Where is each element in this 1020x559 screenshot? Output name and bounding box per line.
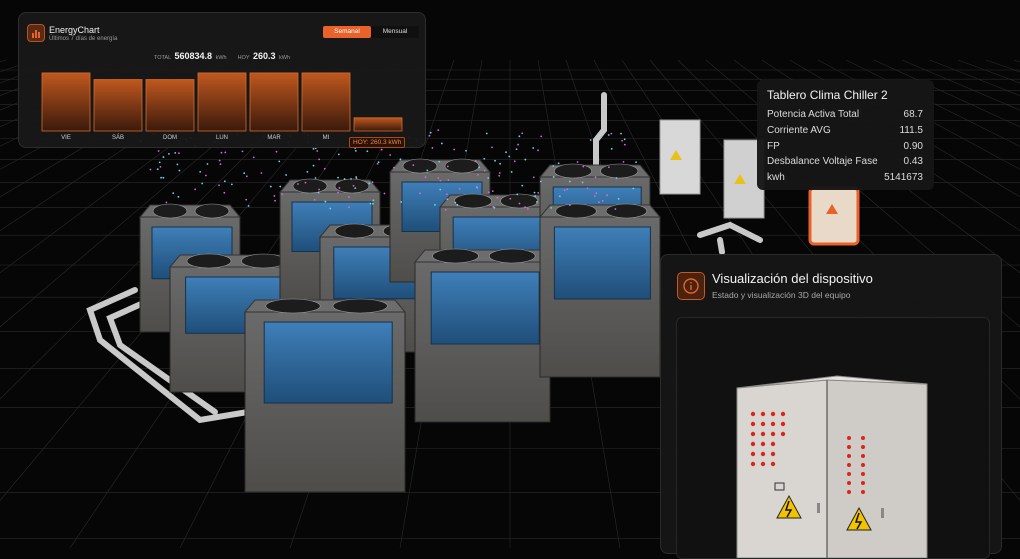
- metric-value: 0.43: [904, 156, 923, 167]
- bar-category-label: MI: [323, 135, 330, 141]
- metric-value: 0.90: [904, 141, 923, 152]
- metric-row: kwh 5141673: [767, 172, 923, 186]
- bar-category-label: VIE: [61, 135, 71, 141]
- energy-chart-subtitle: Últimos 7 días de energía: [49, 36, 117, 42]
- cabinet-model: [677, 318, 989, 558]
- today-value: 260.3: [253, 51, 276, 61]
- metric-label: Potencia Activa Total: [767, 109, 859, 120]
- energy-bar[interactable]: [42, 73, 90, 131]
- device-info-title: Tablero Clima Chiller 2: [767, 88, 888, 102]
- energy-bar[interactable]: [198, 73, 246, 131]
- bar-chart-icon: [27, 24, 45, 42]
- metric-value: 5141673: [884, 172, 923, 183]
- device-panel-subtitle: Estado y visualización 3D del equipo: [712, 290, 850, 300]
- metric-value: 111.5: [899, 125, 923, 136]
- toggle-mensual-button[interactable]: Mensual: [371, 26, 419, 38]
- energy-bar[interactable]: [354, 118, 402, 131]
- energy-bar[interactable]: [94, 80, 142, 131]
- bar-category-label: MAR: [267, 135, 281, 141]
- device-visualization-panel: Visualización del dispositivo Estado y v…: [660, 254, 1002, 554]
- energy-chart-title: EnergyChart: [49, 25, 100, 35]
- toggle-semanal-button[interactable]: Semanal: [323, 26, 371, 38]
- period-toggle[interactable]: Semanal Mensual: [323, 26, 419, 38]
- device-panel-title: Visualización del dispositivo: [712, 271, 873, 286]
- today-unit: kWh: [279, 55, 290, 61]
- metric-row: Corriente AVG 111.5: [767, 125, 923, 139]
- total-unit: kWh: [216, 55, 227, 61]
- metric-value: 68.7: [904, 109, 923, 120]
- metric-label: kwh: [767, 172, 785, 183]
- metric-label: Corriente AVG: [767, 125, 831, 136]
- metric-row: Potencia Activa Total 68.7: [767, 109, 923, 123]
- energy-bar[interactable]: [250, 73, 298, 131]
- bar-category-label: SÁB: [112, 134, 124, 141]
- energy-bar[interactable]: [302, 73, 350, 131]
- metric-label: Desbalance Voltaje Fase: [767, 156, 878, 167]
- energy-bar[interactable]: [146, 80, 194, 131]
- chiller-unit[interactable]: [540, 204, 660, 377]
- today-tooltip: HOY: 260.3 kWh: [349, 137, 405, 148]
- energy-bar-chart: VIE SÁB DOM LUN MAR MI: [39, 65, 411, 147]
- device-3d-view[interactable]: [676, 317, 990, 559]
- device-info-card: Tablero Clima Chiller 2 Potencia Activa …: [757, 80, 934, 190]
- energy-chart-panel: EnergyChart Últimos 7 días de energía Se…: [18, 12, 426, 148]
- bar-category-label: DOM: [163, 135, 177, 141]
- info-icon: [677, 272, 705, 300]
- metric-row: Desbalance Voltaje Fase 0.43: [767, 156, 923, 170]
- today-label: HOY: [238, 55, 250, 61]
- chiller-unit[interactable]: [415, 249, 550, 422]
- energy-stats: TOTAL 560834.8 kWh HOY 260.3 kWh: [19, 51, 425, 61]
- total-value: 560834.8: [174, 51, 212, 61]
- metric-row: FP 0.90: [767, 141, 923, 155]
- chiller-unit[interactable]: [245, 299, 405, 492]
- bar-category-label: LUN: [216, 135, 228, 141]
- metric-label: FP: [767, 141, 780, 152]
- total-label: TOTAL: [154, 55, 171, 61]
